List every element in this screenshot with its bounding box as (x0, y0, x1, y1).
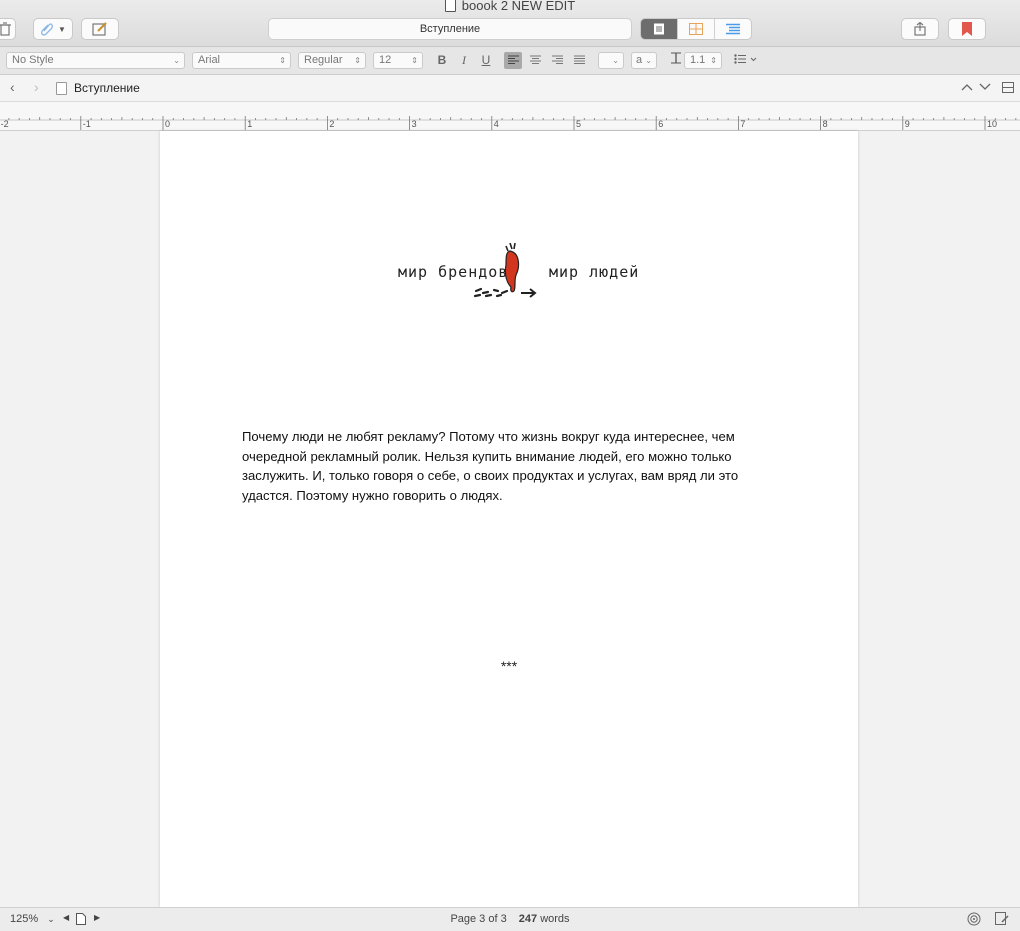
status-bar: 125% ⌄ ◀ ▶ Page 3 of 3 247 words (0, 907, 1020, 931)
document-title-field[interactable]: Вступление (268, 18, 632, 40)
ruler-label: 1 (247, 119, 252, 129)
ruler-label: 6 (658, 119, 663, 129)
stepper-arrows-icon: ⇕ (411, 56, 418, 65)
next-document-icon[interactable] (979, 83, 991, 91)
single-page-view-icon (654, 23, 664, 35)
font-size-value: 12 (379, 54, 392, 66)
font-weight-select[interactable]: Regular ⇕ (298, 52, 366, 69)
ruler-label: -2 (1, 119, 9, 129)
align-center-icon (529, 55, 541, 64)
align-left-icon (507, 55, 519, 64)
document-stats: Page 3 of 3 247 words (0, 913, 1020, 925)
corkboard-grid-icon (689, 23, 703, 35)
trash-icon (0, 22, 11, 36)
bold-button[interactable]: B (433, 52, 451, 69)
ruler-label: 8 (823, 119, 828, 129)
italic-button[interactable]: I (455, 52, 473, 69)
forward-arrow-icon[interactable]: › (34, 79, 39, 95)
paragraph-line: очередной рекламный ролик. Нельзя купить… (242, 448, 732, 464)
format-bar: No Style ⌄ Arial ⇕ Regular ⇕ 12 ⇕ B I U ⌄ a ⌄… (0, 47, 1020, 75)
outline-list-icon (726, 23, 740, 35)
chevron-down-icon: ▼ (58, 24, 66, 34)
breadcrumb[interactable]: Вступление (56, 81, 140, 95)
document-icon (444, 0, 456, 12)
ruler-label: 10 (987, 119, 997, 129)
bookmark-icon (962, 22, 972, 36)
highlight-label: a (636, 54, 643, 66)
highlight-color-select[interactable]: a ⌄ (631, 52, 657, 69)
paragraph-line: удастся. Поэтому нужно говорить о людях. (242, 488, 503, 504)
ruler[interactable]: -2 -1 0 1 2 3 4 5 6 7 8 9 10 (0, 102, 1020, 131)
ruler-label: 4 (494, 119, 499, 129)
page-info: Page 3 of 3 (450, 913, 507, 925)
font-family-select[interactable]: Arial ⇕ (192, 52, 291, 69)
view-mode-segmented-control (640, 18, 752, 40)
ruler-scale: -2 -1 0 1 2 3 4 5 6 7 8 9 10 (0, 116, 1020, 130)
align-right-button[interactable] (548, 52, 566, 69)
ruler-label: -1 (83, 119, 91, 129)
window-title: boook 2 NEW EDIT (0, 0, 1020, 13)
paragraph-line: Почему люди не любят рекламу? Потому что… (242, 429, 735, 444)
target-icon[interactable] (967, 912, 981, 926)
split-editor-icon[interactable] (1002, 82, 1014, 93)
ruler-label: 0 (165, 119, 170, 129)
stepper-arrows-icon: ⇕ (710, 56, 717, 65)
window-toolbar: boook 2 NEW EDIT ▼ Вступление (0, 0, 1020, 47)
underline-button[interactable]: U (477, 52, 495, 69)
trash-button[interactable] (0, 18, 16, 40)
outline-view-button[interactable] (715, 19, 751, 39)
share-icon (914, 22, 926, 36)
paperclip-icon (41, 23, 54, 36)
align-right-icon (551, 55, 563, 64)
ruler-label: 5 (576, 119, 581, 129)
share-button[interactable] (901, 18, 939, 40)
compose-icon (92, 22, 107, 36)
word-count-label: words (540, 913, 570, 925)
chevron-down-icon: ⌄ (173, 56, 180, 65)
brand-to-people-illustration: мир брендов мир людей (398, 243, 642, 305)
ruler-label: 3 (412, 119, 417, 129)
bookmark-button[interactable] (948, 18, 986, 40)
list-style-button[interactable] (733, 52, 759, 69)
back-arrow-icon[interactable]: ‹ (10, 79, 15, 95)
line-spacing-icon (667, 52, 685, 69)
ruler-label: 2 (329, 119, 334, 129)
illustration-caption-people: мир людей (549, 263, 640, 281)
section-separator: *** (500, 658, 518, 674)
paragraph-line: заслужить. И, только говоря о себе, о св… (242, 468, 739, 484)
word-count: 247 (518, 913, 538, 925)
bulleted-list-icon (734, 54, 757, 64)
font-family-value: Arial (198, 54, 221, 66)
align-justify-button[interactable] (570, 52, 588, 69)
align-center-button[interactable] (526, 52, 544, 69)
single-page-view-button[interactable] (641, 19, 678, 39)
line-spacing-select[interactable]: 1.1 ⇕ (684, 52, 722, 69)
paragraph-style-value: No Style (12, 54, 54, 66)
document-page-icon (56, 81, 67, 95)
stepper-arrows-icon: ⇕ (279, 56, 286, 65)
previous-document-icon[interactable] (961, 83, 973, 91)
body-paragraph[interactable]: Почему люди не любят рекламу? Потому что… (242, 427, 782, 506)
window-title-text: boook 2 NEW EDIT (461, 0, 576, 13)
stepper-arrows-icon: ⇕ (354, 56, 361, 65)
compose-button[interactable] (81, 18, 119, 40)
chevron-down-icon: ⌄ (645, 56, 652, 65)
font-size-select[interactable]: 12 ⇕ (373, 52, 423, 69)
document-page[interactable]: мир брендов мир людей Почему люди не люб… (160, 131, 858, 907)
chevron-down-icon: ⌄ (612, 56, 619, 65)
editor-navigation-bar: ‹ › Вступление (0, 75, 1020, 102)
align-left-button[interactable] (504, 52, 522, 69)
notes-edit-icon[interactable] (995, 912, 1009, 926)
line-spacing-value: 1.1 (690, 54, 706, 66)
font-weight-value: Regular (304, 54, 343, 66)
ruler-label: 9 (905, 119, 910, 129)
walking-hand-icon (473, 243, 537, 298)
corkboard-view-button[interactable] (678, 19, 715, 39)
ruler-label: 7 (740, 119, 745, 129)
paragraph-style-select[interactable]: No Style ⌄ (6, 52, 185, 69)
text-color-select[interactable]: ⌄ (598, 52, 624, 69)
align-justify-icon (573, 55, 585, 64)
breadcrumb-label: Вступление (74, 81, 140, 95)
attachment-menu-button[interactable]: ▼ (33, 18, 73, 40)
